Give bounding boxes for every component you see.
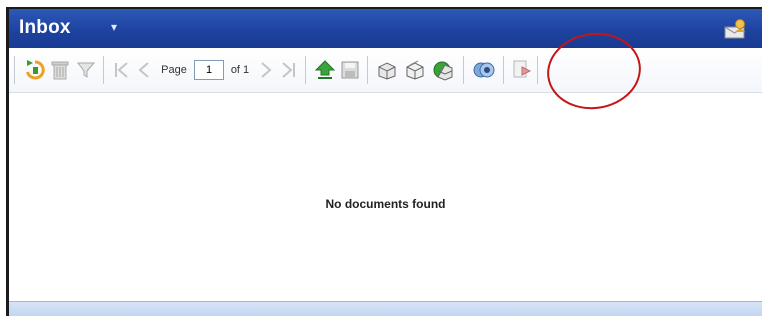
view-icon[interactable] — [471, 55, 497, 85]
document-list: No documents found — [9, 93, 762, 302]
footer-bar — [9, 301, 762, 316]
toolbar-separator — [463, 56, 464, 84]
toolbar-separator — [14, 56, 15, 84]
page-total: of 1 — [227, 55, 253, 85]
toolbar-separator — [537, 56, 538, 84]
save-icon[interactable] — [339, 55, 361, 85]
toolbar-separator — [503, 56, 504, 84]
upload-icon[interactable] — [313, 55, 337, 85]
delete-icon[interactable] — [50, 55, 70, 85]
previous-page-icon[interactable] — [135, 55, 153, 85]
toolbar: Page of 1 — [9, 48, 762, 93]
title-dropdown-caret[interactable]: ▾ — [111, 20, 117, 34]
first-page-icon[interactable] — [111, 55, 131, 85]
toolbar-separator — [305, 56, 306, 84]
empty-state-message: No documents found — [325, 197, 446, 211]
inbox-title[interactable]: Inbox — [19, 17, 71, 39]
export-icon[interactable] — [511, 55, 533, 85]
page-field[interactable] — [193, 55, 225, 85]
toolbar-separator — [103, 56, 104, 84]
envelope-user-icon[interactable] — [724, 18, 748, 40]
page-label: Page — [157, 55, 191, 85]
page-total-text: of 1 — [230, 64, 250, 76]
inbox-titlebar: Inbox ▾ — [9, 9, 762, 48]
package-green-icon[interactable] — [430, 55, 456, 85]
package-alt-icon[interactable] — [403, 55, 427, 85]
page-number-input[interactable] — [194, 60, 224, 80]
next-page-icon[interactable] — [257, 55, 275, 85]
refresh-icon[interactable] — [23, 55, 47, 85]
last-page-icon[interactable] — [279, 55, 299, 85]
package-icon[interactable] — [375, 55, 399, 85]
toolbar-separator — [367, 56, 368, 84]
inbox-window: Inbox ▾ Page 1 of 1 No documents found — [6, 7, 762, 316]
filter-icon[interactable] — [75, 55, 97, 85]
page-label-text: Page — [161, 64, 187, 76]
